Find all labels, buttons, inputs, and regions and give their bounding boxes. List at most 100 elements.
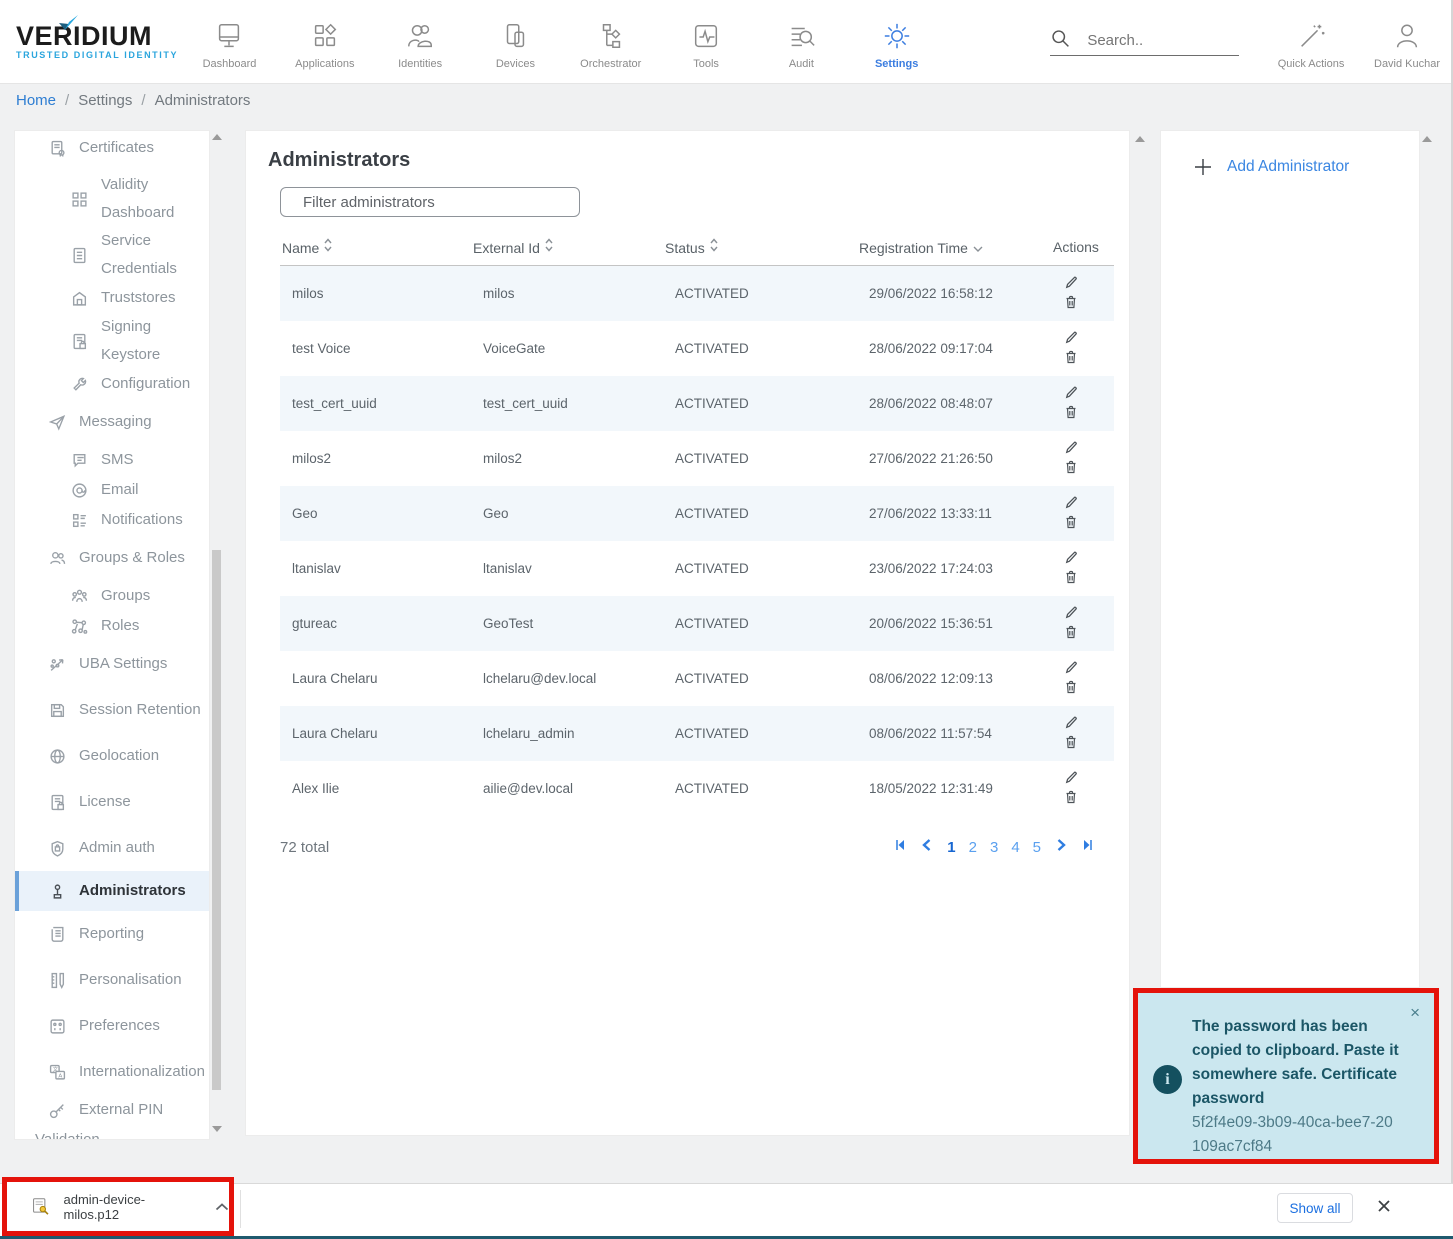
table-row[interactable]: GeoGeoACTIVATED27/06/2022 13:33:11: [280, 486, 1114, 541]
table-row[interactable]: gtureacGeoTestACTIVATED20/06/2022 15:36:…: [280, 596, 1114, 651]
edit-button[interactable]: [1063, 769, 1090, 789]
delete-button[interactable]: [1063, 679, 1089, 698]
edit-button[interactable]: [1063, 659, 1090, 679]
search-input[interactable]: [1087, 32, 1237, 49]
sidebar-item-signing-keystore[interactable]: Signing Keystore: [15, 313, 209, 369]
sort-icon[interactable]: [710, 238, 718, 255]
veridium-logo[interactable]: VERIDIUM TRUSTED DIGITAL IDENTITY: [0, 23, 182, 60]
quick-actions-button[interactable]: Quick Actions: [1261, 13, 1361, 70]
first-page-icon[interactable]: [893, 838, 907, 856]
toast-close-icon[interactable]: ×: [1410, 1003, 1420, 1023]
sidebar-item-reporting[interactable]: Reporting: [15, 911, 209, 957]
sidebar-item-internationalization[interactable]: Internationalization: [15, 1049, 209, 1095]
sidebar-item-administrators[interactable]: Administrators: [15, 871, 209, 911]
sidebar-item-notifications[interactable]: Notifications: [15, 505, 209, 535]
downloads-close-icon[interactable]: [1377, 1199, 1391, 1218]
next-page-icon[interactable]: [1054, 838, 1068, 856]
sidebar-item-personalisation[interactable]: Personalisation: [15, 957, 209, 1003]
table-row[interactable]: Laura Chelarulchelaru@dev.localACTIVATED…: [280, 651, 1114, 706]
nav-identities[interactable]: Identities: [372, 13, 467, 70]
edit-button[interactable]: [1063, 274, 1090, 294]
sidebar-scrollbar[interactable]: [209, 130, 225, 1140]
main-scrollbar[interactable]: [1132, 132, 1148, 162]
page-3[interactable]: 3: [990, 839, 998, 856]
nav-tools[interactable]: Tools: [658, 13, 753, 70]
edit-button[interactable]: [1063, 714, 1090, 734]
sidebar-item-geolocation[interactable]: Geolocation: [15, 733, 209, 779]
scroll-up-icon[interactable]: [1422, 136, 1432, 142]
user-menu[interactable]: David Kuchar: [1361, 13, 1453, 70]
sidebar-item-configuration[interactable]: Configuration: [15, 369, 209, 399]
breadcrumb-settings[interactable]: Settings: [78, 92, 132, 109]
sidebar-item-admin-auth[interactable]: Admin auth: [15, 825, 209, 871]
column-header-name[interactable]: Name: [280, 229, 471, 266]
scroll-down-icon[interactable]: [212, 1126, 222, 1132]
nav-settings[interactable]: Settings: [849, 13, 944, 70]
sidebar-item-external-pin-validation[interactable]: External PIN Validation: [15, 1095, 209, 1140]
delete-button[interactable]: [1063, 789, 1089, 808]
edit-button[interactable]: [1063, 439, 1090, 459]
column-header-registration-time[interactable]: Registration Time: [857, 229, 1051, 266]
sort-down-icon[interactable]: [973, 239, 983, 255]
sort-icon[interactable]: [324, 238, 332, 255]
add-administrator-button[interactable]: Add Administrator: [1193, 157, 1419, 177]
delete-button[interactable]: [1063, 294, 1089, 313]
table-row[interactable]: test_cert_uuidtest_cert_uuidACTIVATED28/…: [280, 376, 1114, 431]
table-row[interactable]: ltanislavltanislavACTIVATED23/06/2022 17…: [280, 541, 1114, 596]
table-row[interactable]: milosmilosACTIVATED29/06/2022 16:58:12: [280, 266, 1114, 322]
scroll-up-icon[interactable]: [1135, 136, 1145, 142]
edit-button[interactable]: [1063, 329, 1090, 349]
nav-orchestrator[interactable]: Orchestrator: [563, 13, 658, 70]
page-2[interactable]: 2: [969, 839, 977, 856]
nav-devices[interactable]: Devices: [468, 13, 563, 70]
filter-administrators-input[interactable]: [280, 187, 580, 217]
table-row[interactable]: Alex Ilieailie@dev.localACTIVATED18/05/2…: [280, 761, 1114, 816]
sidebar-item-roles[interactable]: Roles: [15, 611, 209, 641]
breadcrumb-home-link[interactable]: Home: [16, 92, 56, 109]
sidebar-item-preferences[interactable]: Preferences: [15, 1003, 209, 1049]
nav-audit[interactable]: Audit: [754, 13, 849, 70]
sidebar-item-groups-roles[interactable]: Groups & Roles: [15, 543, 209, 573]
edit-button[interactable]: [1063, 494, 1090, 514]
sort-icon[interactable]: [545, 238, 553, 255]
nav-dashboard[interactable]: Dashboard: [182, 13, 277, 70]
sidebar-item-groups[interactable]: Groups: [15, 581, 209, 611]
nav-applications[interactable]: Applications: [277, 13, 372, 70]
sidebar-item-uba-settings[interactable]: UBA Settings: [15, 649, 209, 679]
sidebar-item-service-credentials[interactable]: Service Credentials: [15, 227, 209, 283]
delete-button[interactable]: [1063, 514, 1089, 533]
sidebar-item-license[interactable]: License: [15, 779, 209, 825]
sidebar-item-session-retention[interactable]: Session Retention: [15, 687, 209, 733]
delete-button[interactable]: [1063, 404, 1089, 423]
page-4[interactable]: 4: [1011, 839, 1019, 856]
table-row[interactable]: Laura Chelarulchelaru_adminACTIVATED08/0…: [280, 706, 1114, 761]
sidebar-item-sms[interactable]: SMS: [15, 445, 209, 475]
last-page-icon[interactable]: [1081, 838, 1095, 856]
show-all-button[interactable]: Show all: [1277, 1193, 1353, 1223]
sidebar-item-truststores[interactable]: Truststores: [15, 283, 209, 313]
downloaded-file-chip[interactable]: admin-device-milos.p12: [7, 1182, 229, 1231]
sidebar-item-certificates[interactable]: Certificates: [15, 133, 209, 163]
chevron-up-icon[interactable]: [215, 1198, 229, 1216]
delete-button[interactable]: [1063, 349, 1089, 368]
table-row[interactable]: milos2milos2ACTIVATED27/06/2022 21:26:50: [280, 431, 1114, 486]
scroll-up-icon[interactable]: [212, 134, 222, 140]
edit-button[interactable]: [1063, 549, 1090, 569]
delete-button[interactable]: [1063, 624, 1089, 643]
delete-button[interactable]: [1063, 459, 1089, 478]
column-header-external-id[interactable]: External Id: [471, 229, 663, 266]
right-scrollbar[interactable]: [1419, 132, 1435, 162]
sidebar-item-messaging[interactable]: Messaging: [15, 407, 209, 437]
column-header-status[interactable]: Status: [663, 229, 857, 266]
sidebar-scroll-thumb[interactable]: [212, 550, 221, 1090]
page-5[interactable]: 5: [1033, 839, 1041, 856]
search-icon[interactable]: [1050, 28, 1071, 49]
sidebar-item-email[interactable]: Email: [15, 475, 209, 505]
table-row[interactable]: test VoiceVoiceGateACTIVATED28/06/2022 0…: [280, 321, 1114, 376]
delete-button[interactable]: [1063, 569, 1089, 588]
edit-button[interactable]: [1063, 604, 1090, 624]
previous-page-icon[interactable]: [920, 838, 934, 856]
sidebar-item-validity-dashboard[interactable]: Validity Dashboard: [15, 171, 209, 227]
edit-button[interactable]: [1063, 384, 1090, 404]
page-1[interactable]: 1: [947, 839, 955, 856]
